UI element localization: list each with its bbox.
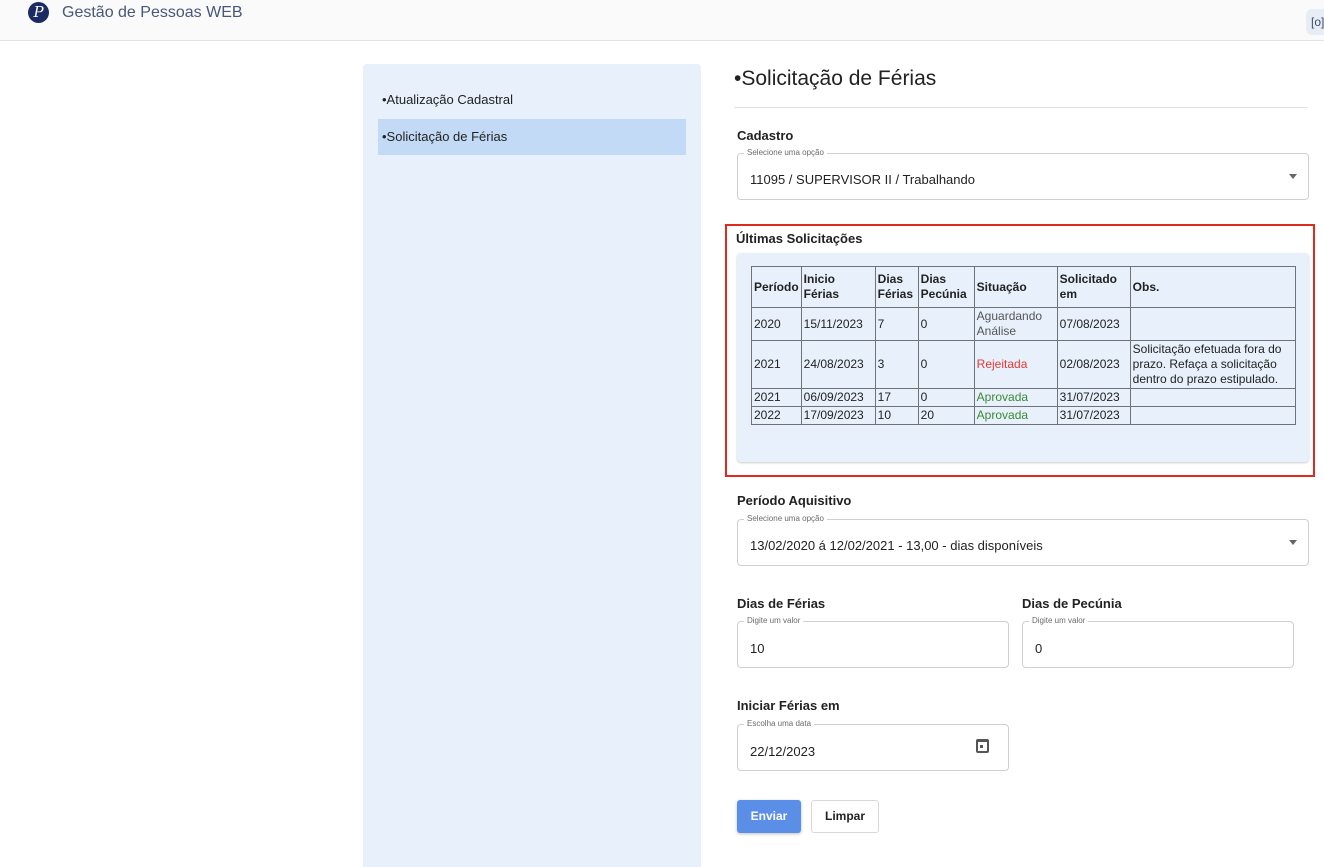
table-row: 2021 24/08/2023 3 0 Rejeitada 02/08/2023… <box>751 340 1297 389</box>
header-solicitado-em: Solicitado em <box>1056 266 1131 308</box>
cell-obs: Solicitação efetuada fora do prazo. Refa… <box>1129 340 1297 389</box>
table-header-row: Período Inicio Férias Dias Férias Dias P… <box>751 266 1297 308</box>
header-inicio-ferias: Inicio Férias <box>800 266 876 308</box>
sidebar: •Atualização Cadastral •Solicitação de F… <box>363 64 701 867</box>
periodo-aquisitivo-value: 13/02/2020 á 12/02/2021 - 13,00 - dias d… <box>750 538 1043 553</box>
ultimas-solicitacoes-label: Últimas Solicitações <box>736 231 863 246</box>
cell-inicio: 17/09/2023 <box>800 406 876 425</box>
header-periodo: Período <box>751 266 802 308</box>
cell-solicitado: 07/08/2023 <box>1056 307 1131 341</box>
header-dias-pecunia: Dias Pecúnia <box>917 266 975 308</box>
chevron-down-icon <box>1289 540 1297 545</box>
chevron-down-icon <box>1289 174 1297 179</box>
cell-inicio: 15/11/2023 <box>800 307 876 341</box>
cell-situacao: Rejeitada <box>973 340 1058 389</box>
cell-periodo: 2020 <box>751 307 802 341</box>
cell-obs <box>1129 406 1297 425</box>
cell-obs <box>1129 388 1297 407</box>
cadastro-legend: Selecione uma opção <box>744 148 827 158</box>
cell-dias-pecunia: 20 <box>917 406 975 425</box>
header-dias-ferias: Dias Férias <box>874 266 919 308</box>
cell-dias-ferias: 10 <box>874 406 919 425</box>
requests-panel: Período Inicio Férias Dias Férias Dias P… <box>737 253 1309 462</box>
cell-situacao: Aprovada <box>973 406 1058 425</box>
header-situacao: Situação <box>973 266 1058 308</box>
dias-ferias-value: 10 <box>750 641 765 656</box>
dias-pecunia-legend: Digite um valor <box>1029 616 1089 626</box>
requests-table: Período Inicio Férias Dias Férias Dias P… <box>751 266 1297 425</box>
clear-button[interactable]: Limpar <box>811 800 879 833</box>
cell-solicitado: 31/07/2023 <box>1056 406 1131 425</box>
iniciar-ferias-value: 22/12/2023 <box>750 744 816 759</box>
table-row: 2021 06/09/2023 17 0 Aprovada 31/07/2023 <box>751 388 1297 407</box>
cell-dias-ferias: 17 <box>874 388 919 407</box>
top-bar: P Gestão de Pessoas WEB [o] <box>0 0 1324 41</box>
cell-situacao: Aguardando Análise <box>973 307 1058 341</box>
header-obs: Obs. <box>1129 266 1297 308</box>
page-title: •Solicitação de Férias <box>734 67 937 90</box>
cell-solicitado: 02/08/2023 <box>1056 340 1131 389</box>
cell-situacao: Aprovada <box>973 388 1058 407</box>
iniciar-ferias-legend: Escolha uma data <box>744 719 815 729</box>
dias-pecunia-value: 0 <box>1035 641 1043 656</box>
cell-inicio: 24/08/2023 <box>800 340 876 389</box>
cell-obs <box>1129 307 1297 341</box>
cell-dias-pecunia: 0 <box>917 307 975 341</box>
screen-capture-icon[interactable]: [o] <box>1306 9 1324 35</box>
cell-dias-pecunia: 0 <box>917 340 975 389</box>
periodo-aquisitivo-select[interactable]: Selecione uma opção 13/02/2020 á 12/02/2… <box>737 514 1309 566</box>
send-button[interactable]: Enviar <box>737 800 801 833</box>
cell-dias-ferias: 7 <box>874 307 919 341</box>
calendar-icon[interactable] <box>976 739 989 753</box>
dias-ferias-label: Dias de Férias <box>737 596 826 611</box>
cell-periodo: 2022 <box>751 406 802 425</box>
iniciar-ferias-date-input[interactable]: Escolha uma data 22/12/2023 <box>737 719 1009 771</box>
table-row: 2022 17/09/2023 10 20 Aprovada 31/07/202… <box>751 406 1297 425</box>
periodo-aquisitivo-legend: Selecione uma opção <box>744 514 827 524</box>
cell-solicitado: 31/07/2023 <box>1056 388 1131 407</box>
cell-periodo: 2021 <box>751 388 802 407</box>
dias-pecunia-input[interactable]: Digite um valor 0 <box>1022 616 1294 668</box>
cell-dias-pecunia: 0 <box>917 388 975 407</box>
dias-ferias-legend: Digite um valor <box>744 616 804 626</box>
sidebar-item-solicitacao-ferias[interactable]: •Solicitação de Férias <box>378 119 686 155</box>
cell-dias-ferias: 3 <box>874 340 919 389</box>
app-title: Gestão de Pessoas WEB <box>62 4 243 21</box>
cadastro-select[interactable]: Selecione uma opção 11095 / SUPERVISOR I… <box>737 148 1309 200</box>
title-divider <box>734 107 1308 108</box>
periodo-aquisitivo-label: Período Aquisitivo <box>737 493 852 508</box>
table-row: 2020 15/11/2023 7 0 Aguardando Análise 0… <box>751 307 1297 341</box>
sidebar-item-atualizacao-cadastral[interactable]: •Atualização Cadastral <box>378 82 686 118</box>
app-logo-icon: P <box>28 2 49 23</box>
cell-inicio: 06/09/2023 <box>800 388 876 407</box>
cadastro-value: 11095 / SUPERVISOR II / Trabalhando <box>750 172 975 187</box>
dias-pecunia-label: Dias de Pecúnia <box>1022 596 1122 611</box>
cell-periodo: 2021 <box>751 340 802 389</box>
dias-ferias-input[interactable]: Digite um valor 10 <box>737 616 1009 668</box>
cadastro-label: Cadastro <box>737 128 794 143</box>
iniciar-ferias-label: Iniciar Férias em <box>737 698 840 713</box>
